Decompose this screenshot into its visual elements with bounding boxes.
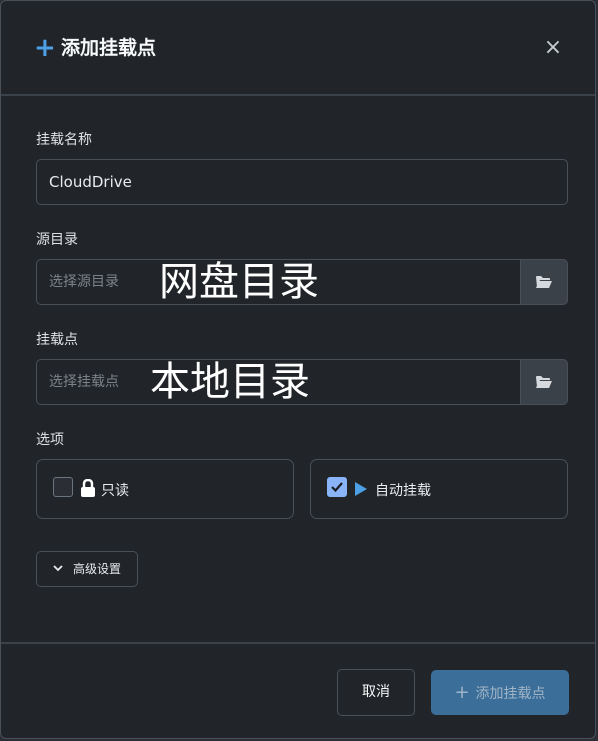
chevron-down-icon	[53, 565, 63, 572]
play-icon	[355, 482, 367, 496]
mount-point-label: 挂载点	[36, 332, 78, 348]
source-dir-browse-button[interactable]	[520, 259, 568, 305]
auto-mount-checkbox[interactable]	[327, 477, 347, 497]
plus-icon: +	[34, 33, 56, 63]
source-dir-label: 源目录	[36, 232, 78, 248]
add-mount-button-label: 添加挂载点	[475, 686, 546, 702]
mount-name-input[interactable]: CloudDrive	[36, 159, 568, 205]
folder-open-icon	[536, 376, 552, 388]
lock-icon	[81, 479, 95, 497]
mount-point-browse-button[interactable]	[520, 359, 568, 405]
advanced-settings-button[interactable]: 高级设置	[36, 551, 138, 587]
close-icon[interactable]: ×	[539, 34, 567, 62]
read-only-checkbox[interactable]	[53, 477, 73, 497]
dialog-title: 添加挂载点	[61, 37, 157, 59]
auto-mount-label: 自动挂载	[375, 483, 431, 499]
cancel-button[interactable]: 取消	[337, 669, 415, 716]
read-only-label: 只读	[101, 483, 129, 499]
dialog-header: + 添加挂载点 ×	[1, 1, 595, 96]
options-label: 选项	[36, 432, 64, 448]
source-dir-annotation: 网盘目录	[159, 259, 319, 305]
read-only-option[interactable]: 只读	[36, 459, 294, 519]
auto-mount-option[interactable]: 自动挂载	[310, 459, 568, 519]
add-mount-dialog: + 添加挂载点 × 挂载名称 CloudDrive 源目录 选择源目录 网盘目录…	[0, 0, 596, 739]
plus-icon: +	[454, 682, 470, 703]
add-mount-button[interactable]: + 添加挂载点	[431, 670, 569, 715]
checkmark-icon	[331, 482, 343, 493]
advanced-settings-label: 高级设置	[73, 562, 122, 576]
footer-divider	[1, 642, 595, 644]
mount-point-annotation: 本地目录	[150, 359, 310, 405]
folder-open-icon	[536, 276, 552, 288]
mount-name-label: 挂载名称	[36, 132, 92, 148]
